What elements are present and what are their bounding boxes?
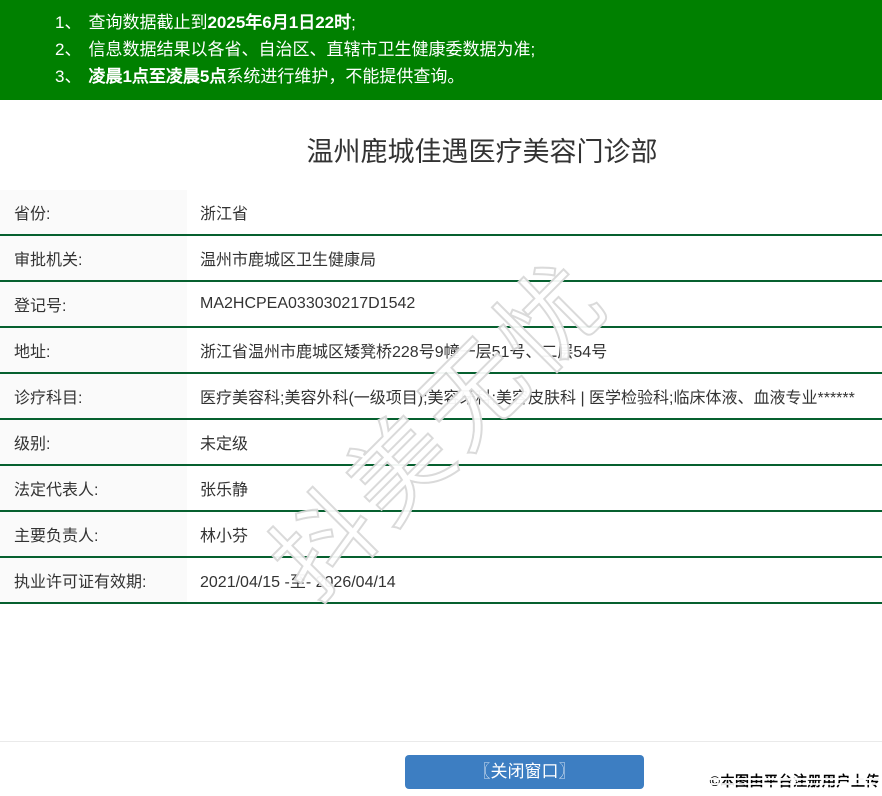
row-label: 法定代表人:: [0, 466, 187, 510]
row-label: 审批机关:: [0, 236, 187, 280]
row-value: 未定级: [200, 436, 249, 453]
notice-text: 信息数据结果以各省、自治区、直辖市卫生健康委数据为准;: [88, 40, 536, 59]
table-row-approval-authority: 审批机关: 温州市鹿城区卫生健康局: [0, 236, 882, 282]
table-row-address: 地址: 浙江省温州市鹿城区矮凳桥228号9幢一层51号、二层54号: [0, 328, 882, 374]
table-row-license-validity: 执业许可证有效期: 2021/04/15 -至- 2026/04/14: [0, 558, 882, 604]
table-row-principal: 主要负责人: 林小芬: [0, 512, 882, 558]
footer: 〖关闭窗口〗 ©本图由平台注册用户上传: [0, 742, 882, 796]
table-row-legal-representative: 法定代表人: 张乐静: [0, 466, 882, 512]
row-value: 林小芬: [200, 528, 249, 545]
row-label: 省份:: [0, 190, 187, 234]
notice-line-1: 1、 查询数据截止到2025年6月1日22时;: [55, 9, 872, 36]
license-info-table: 省份: 浙江省 审批机关: 温州市鹿城区卫生健康局 登记号: MA2HCPEA0…: [0, 190, 882, 604]
notice-text: 系统进行维护，不能提供查询。: [226, 67, 465, 86]
row-value: 温州市鹿城区卫生健康局: [200, 252, 377, 269]
table-row-diagnosis-subjects: 诊疗科目: 医疗美容科;美容外科(一级项目);美容牙科;美容皮肤科 | 医学检验…: [0, 374, 882, 420]
row-label: 地址:: [0, 328, 187, 372]
row-label: 诊疗科目:: [0, 374, 187, 418]
row-label: 级别:: [0, 420, 187, 464]
table-row-registration-number: 登记号: MA2HCPEA033030217D1542: [0, 282, 882, 328]
notice-text: 查询数据截止到: [88, 13, 208, 32]
notice-number: 1、: [55, 13, 82, 32]
close-window-button[interactable]: 〖关闭窗口〗: [405, 755, 644, 789]
notice-text-bold: 2025年6月1日22时: [207, 13, 352, 32]
notice-number: 2、: [55, 40, 82, 59]
row-label: 登记号:: [0, 282, 187, 326]
page-title: 温州鹿城佳遇医疗美容门诊部: [306, 137, 658, 167]
notice-banner: 1、 查询数据截止到2025年6月1日22时; 2、 信息数据结果以各省、自治区、直…: [0, 0, 882, 100]
row-value: 浙江省温州市鹿城区矮凳桥228号9幢一层51号、二层54号: [200, 344, 608, 361]
notice-number: 3、: [55, 67, 82, 86]
row-value: MA2HCPEA033030217D1542: [200, 295, 416, 312]
table-row-province: 省份: 浙江省: [0, 190, 882, 236]
notice-line-2: 2、 信息数据结果以各省、自治区、直辖市卫生健康委数据为准;: [55, 36, 872, 63]
row-label: 主要负责人:: [0, 512, 187, 556]
row-value: 2021/04/15 -至- 2026/04/14: [200, 574, 396, 591]
notice-text-bold: 凌晨1点至凌晨5点: [88, 67, 227, 86]
row-value: 医疗美容科;美容外科(一级项目);美容牙科;美容皮肤科 | 医学检验科;临床体液…: [200, 390, 855, 407]
notice-line-3: 3、 凌晨1点至凌晨5点系统进行维护，不能提供查询。: [55, 63, 872, 90]
row-value: 浙江省: [200, 206, 249, 223]
row-value: 张乐静: [200, 482, 249, 499]
copyright-stamp: ©本图由平台注册用户上传: [709, 773, 881, 789]
row-label: 执业许可证有效期:: [0, 558, 187, 602]
notice-text: ;: [351, 13, 356, 32]
table-row-level: 级别: 未定级: [0, 420, 882, 466]
